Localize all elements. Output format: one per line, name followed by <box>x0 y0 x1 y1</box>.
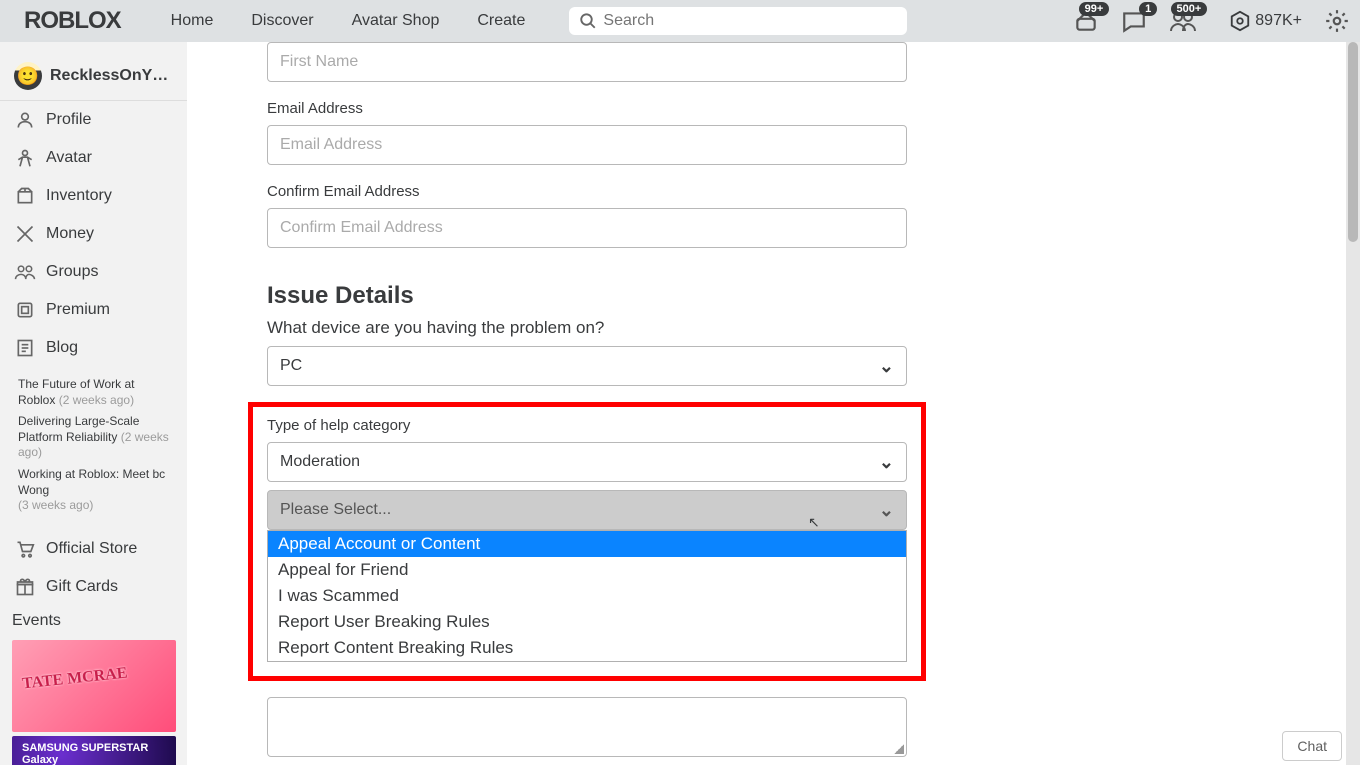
nav-create[interactable]: Create <box>477 12 525 30</box>
nav-links: Home Discover Avatar Shop Create <box>171 12 526 30</box>
friends-icon[interactable]: 500+ <box>1169 8 1197 34</box>
topbar-right: 99+ 1 500+ 897K+ <box>1073 8 1350 34</box>
sidebar-money[interactable]: Money <box>0 215 187 253</box>
sidebar-profile[interactable]: Profile <box>0 101 187 139</box>
confirm-email-label: Confirm Email Address <box>267 183 907 200</box>
sidebar-premium[interactable]: Premium <box>0 291 187 329</box>
search-bar[interactable] <box>569 7 907 35</box>
box-icon <box>14 185 36 207</box>
blog-item[interactable]: Working at Roblox: Meet bc Wong (3 weeks… <box>18 467 169 514</box>
robux-balance[interactable]: 897K+ <box>1229 10 1302 32</box>
sidebar-store[interactable]: Official Store <box>0 530 187 568</box>
chat-badge: 1 <box>1139 2 1157 16</box>
sidebar-avatar[interactable]: Avatar <box>0 139 187 177</box>
nav-discover[interactable]: Discover <box>251 12 313 30</box>
nav-home[interactable]: Home <box>171 12 214 30</box>
gift-icon <box>14 576 36 598</box>
dropdown-item-appeal-friend[interactable]: Appeal for Friend <box>268 557 906 583</box>
main-content: First Name Email Address Email Address C… <box>187 42 1360 765</box>
sidebar-blog[interactable]: Blog <box>0 329 187 367</box>
device-question: What device are you having the problem o… <box>267 318 907 338</box>
subcategory-dropdown: Appeal Account or Content Appeal for Fri… <box>267 530 907 662</box>
dropdown-item-report-content[interactable]: Report Content Breaking Rules <box>268 635 906 661</box>
section-heading: Issue Details <box>267 282 907 310</box>
premium-icon <box>14 299 36 321</box>
email-input[interactable]: Email Address <box>267 125 907 165</box>
confirm-email-input[interactable]: Confirm Email Address <box>267 208 907 248</box>
sidebar-label: Premium <box>46 301 110 319</box>
blog-item[interactable]: Delivering Large-Scale Platform Reliabil… <box>18 414 169 461</box>
username: RecklessOnY… <box>50 67 168 85</box>
events-heading: Events <box>0 606 187 636</box>
sidebar-label: Blog <box>46 339 78 357</box>
sidebar-gift[interactable]: Gift Cards <box>0 568 187 606</box>
first-name-input[interactable]: First Name <box>267 42 907 82</box>
topbar: ROBLOX Home Discover Avatar Shop Create … <box>0 0 1360 42</box>
blog-icon <box>14 337 36 359</box>
scrollbar-thumb[interactable] <box>1348 42 1358 242</box>
nav-avatar-shop[interactable]: Avatar Shop <box>352 12 440 30</box>
search-input[interactable] <box>603 12 897 30</box>
robux-amount: 897K+ <box>1255 12 1302 30</box>
logo[interactable]: ROBLOX <box>24 7 121 35</box>
money-icon <box>14 223 36 245</box>
avatar: 🙂 <box>14 62 42 90</box>
chevron-down-icon: ⌄ <box>879 452 894 473</box>
messages-icon[interactable]: 1 <box>1121 8 1147 34</box>
help-category-label: Type of help category <box>267 417 907 434</box>
dropdown-item-report-user[interactable]: Report User Breaking Rules <box>268 609 906 635</box>
scrollbar[interactable] <box>1346 42 1360 765</box>
description-textarea[interactable] <box>267 697 907 757</box>
email-label: Email Address <box>267 100 907 117</box>
settings-icon[interactable] <box>1324 8 1350 34</box>
chevron-down-icon: ⌄ <box>879 500 894 521</box>
sidebar-groups[interactable]: Groups <box>0 253 187 291</box>
sidebar-label: Gift Cards <box>46 578 118 596</box>
chevron-down-icon: ⌄ <box>879 356 894 377</box>
groups-icon <box>14 261 36 283</box>
help-category-select[interactable]: Moderation ⌄ <box>267 442 907 482</box>
robux-icon <box>1229 10 1251 32</box>
event-tile-2[interactable]: SAMSUNG SUPERSTAR Galaxy <box>12 736 176 765</box>
notif-badge: 99+ <box>1079 2 1110 16</box>
friends-badge: 500+ <box>1171 2 1208 16</box>
sidebar-label: Profile <box>46 111 91 129</box>
notifications-icon[interactable]: 99+ <box>1073 8 1099 34</box>
dropdown-item-appeal-account[interactable]: Appeal Account or Content <box>268 531 906 557</box>
sidebar-label: Groups <box>46 263 98 281</box>
event-tile-1[interactable]: TATE MCRAE <box>12 640 176 732</box>
sidebar-label: Inventory <box>46 187 112 205</box>
sidebar: 🙂 RecklessOnY… Profile Avatar Inventory … <box>0 42 187 765</box>
highlight-box: Type of help category Moderation ⌄ Pleas… <box>248 402 926 681</box>
blog-item[interactable]: The Future of Work at Roblox (2 weeks ag… <box>18 377 169 408</box>
avatar-icon <box>14 147 36 169</box>
sidebar-label: Avatar <box>46 149 92 167</box>
blog-list: The Future of Work at Roblox (2 weeks ag… <box>0 367 187 530</box>
sidebar-label: Official Store <box>46 540 137 558</box>
search-icon <box>579 12 597 30</box>
sidebar-inventory[interactable]: Inventory <box>0 177 187 215</box>
user-icon <box>14 109 36 131</box>
sidebar-label: Money <box>46 225 94 243</box>
sidebar-user[interactable]: 🙂 RecklessOnY… <box>0 52 187 101</box>
chat-tab[interactable]: Chat <box>1282 731 1342 761</box>
cart-icon <box>14 538 36 560</box>
device-select[interactable]: PC ⌄ <box>267 346 907 386</box>
dropdown-item-scammed[interactable]: I was Scammed <box>268 583 906 609</box>
help-subcategory-select[interactable]: Please Select... ⌄ <box>267 490 907 530</box>
